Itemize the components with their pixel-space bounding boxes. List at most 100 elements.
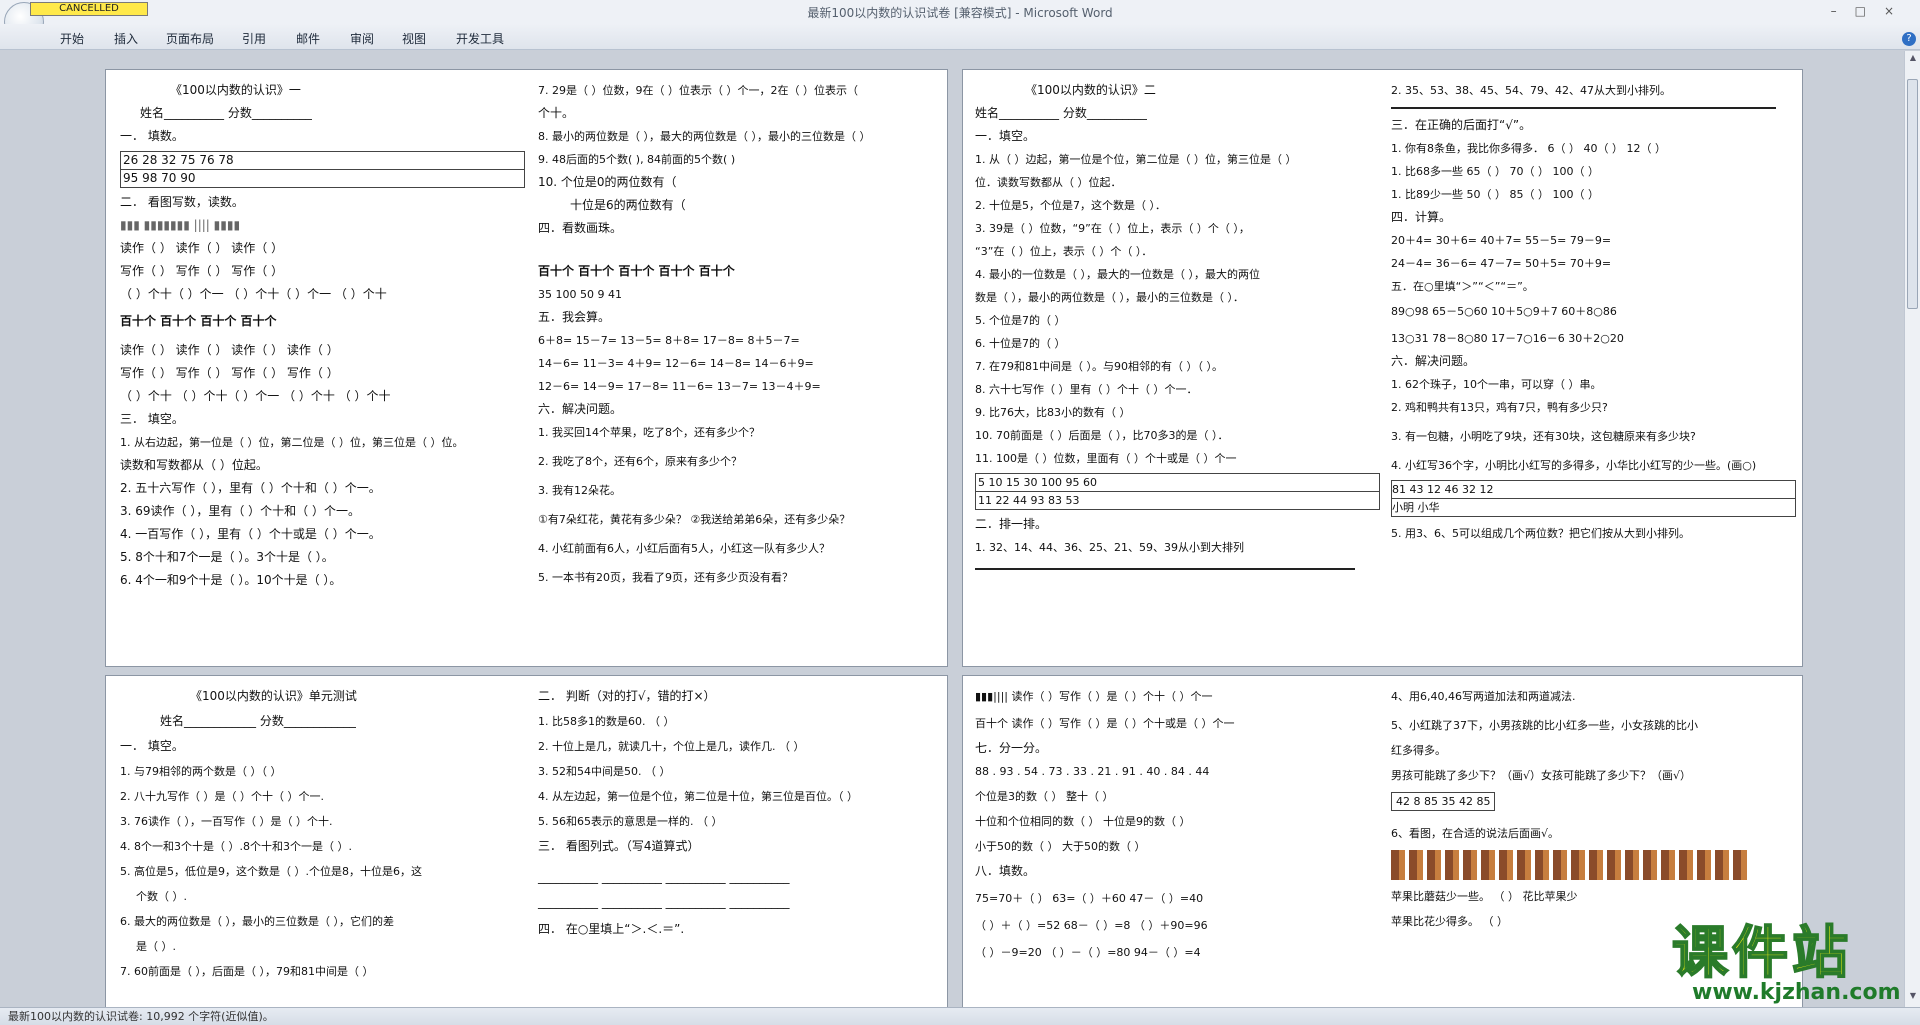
text-line: 5. 高位是5，低位是9，这个数是（ ）.个位是8，十位是6，这 — [120, 865, 422, 878]
text-line: 三． 看图列式。（写4道算式） — [538, 839, 700, 853]
text-line: 6. 十位是7的（ ） — [975, 337, 1066, 350]
text-line: 4、用6,40,46写两道加法和两道减法. — [1391, 690, 1576, 703]
scroll-down-icon[interactable]: ▼ — [1908, 991, 1918, 1001]
text-line: 位．读数写数都从（ ）位起． — [975, 176, 1122, 189]
text-line: 8. 六十七写作（ ）里有（ ）个十（ ）个一． — [975, 383, 1198, 396]
text-line: 写作（ ） 写作（ ） 写作（ ） 写作（ ） — [120, 366, 339, 380]
text-line: 2. 我吃了8个，还有6个，原来有多少个？ — [538, 455, 742, 468]
scroll-up-icon[interactable]: ▲ — [1908, 53, 1918, 63]
text-line: 十位是6的两位数有（ — [570, 198, 686, 212]
text-line: 红多得多。 — [1391, 744, 1446, 757]
tab-developer[interactable]: 开发工具 — [456, 30, 504, 47]
text-line: 1. 32、14、44、36、25、21、59、39从小到大排列 — [975, 541, 1244, 554]
text-line: 2. 35、53、38、45、54、79、42、47从大到小排列。 — [1391, 84, 1671, 97]
text-line: 读作（ ） 读作（ ） 读作（ ） — [120, 241, 284, 255]
text-line: 26 28 32 75 76 78 — [120, 151, 525, 170]
text-line: 一． 填数。 — [120, 129, 184, 143]
vertical-scrollbar[interactable]: ▲ ▼ — [1904, 51, 1920, 1007]
tab-insert[interactable]: 插入 — [114, 30, 138, 47]
maximize-icon[interactable]: □ — [1855, 4, 1884, 18]
watermark-logo: 课件站 www.kjzhan.com — [1671, 921, 1901, 1004]
text-line: 1. 比89少一些 50（ ） 85（ ） 100（ ） — [1391, 188, 1599, 201]
text-line: 1. 62个珠子，10个一串，可以穿（ ）串。 — [1391, 378, 1602, 391]
text-line: 四．看数画珠。 — [538, 221, 623, 235]
text-line: 小于50的数（ ） 大于50的数（ ） — [975, 840, 1146, 853]
text-line: 1. 从（ ）边起，第一位是个位，第二位是（ ）位，第三位是（ ） — [975, 153, 1297, 166]
text-line: 数是（ ），最小的两位数是（ ），最小的三位数是（ ）． — [975, 291, 1244, 304]
tab-mailings[interactable]: 邮件 — [296, 30, 320, 47]
text-line: 3. 76读作（ ），一百写作（ ）是（ ）个十. — [120, 815, 333, 828]
text-line: 个十。 — [538, 106, 575, 120]
text-line: （ ）－9=20 （ ）－（ ）=80 94－（ ）=4 — [975, 946, 1201, 959]
tab-view[interactable]: 视图 — [402, 30, 426, 47]
text-line: 11. 100是（ ）位数，里面有（ ）个十或是（ ）个一 — [975, 452, 1237, 465]
tab-home[interactable]: 开始 — [60, 30, 84, 47]
text-line: 六．解决问题。 — [1391, 354, 1476, 368]
text-line: 百十个 百十个 百十个 百十个 百十个 — [538, 264, 735, 278]
text-line: 12－6= 14－9= 17－8= 11－6= 13－7= 13－4＋9= — [538, 380, 821, 393]
fruit-picture — [1391, 850, 1751, 880]
tab-page-layout[interactable]: 页面布局 — [166, 30, 214, 47]
document-page[interactable]: 《100以内数的认识》一 姓名__________ 分数__________ 一… — [105, 69, 948, 667]
help-icon[interactable]: ? — [1902, 32, 1916, 46]
text-line: 百十个 百十个 百十个 百十个 — [120, 314, 277, 328]
window-controls[interactable]: –□× — [1831, 4, 1912, 18]
text-line: 姓名__________ 分数__________ — [975, 106, 1147, 120]
text-line: 5. 8个十和7个一是（ ）。3个十是（ ）。 — [120, 550, 334, 564]
text-line: 4. 8个一和3个十是（ ）.8个十和3个一是（ ）. — [120, 840, 352, 853]
text-line: 6、看图，在合适的说法后面画√。 — [1391, 827, 1560, 840]
text-line: 七．分一分。 — [975, 741, 1048, 755]
page-column-right: 7. 29是（ ）位数，9在（ ）位表示（ ）个一，2在（ ）位表示（ 个十。 … — [538, 82, 938, 586]
text-line: 读数和写数都从（ ）位起。 — [120, 458, 268, 472]
scroll-thumb[interactable] — [1907, 79, 1918, 309]
page-column-left: 《100以内数的认识》二 姓名__________ 分数__________ 一… — [975, 82, 1380, 570]
text-line: 3. 有一包糖，小明吃了9块，还有30块，这包糖原来有多少块? — [1391, 430, 1696, 443]
text-line: 4. 最小的一位数是（ ），最大的一位数是（ ），最大的两位 — [975, 268, 1260, 281]
text-line: 六．解决问题。 — [538, 402, 623, 416]
text-line: 4. 从左边起，第一位是个位，第二位是十位，第三位是百位。（ ） — [538, 790, 858, 803]
text-line: 8. 最小的两位数是（ ），最大的两位数是（ ），最小的三位数是（ ） — [538, 130, 871, 143]
text-line: 5 10 15 30 100 95 60 — [975, 473, 1380, 492]
text-line: ▮▮▮|||| 读作（ ）写作（ ）是（ ）个十（ ）个一 — [975, 690, 1213, 703]
text-line: __________ __________ __________ _______… — [538, 895, 790, 909]
page-column-left: 《100以内数的认识》一 姓名__________ 分数__________ 一… — [120, 82, 525, 589]
answer-line — [975, 568, 1355, 570]
text-line: 35 100 50 9 41 — [538, 288, 622, 301]
text-line: 2. 十位是5，个位是7，这个数是（ ）． — [975, 199, 1166, 212]
text-line: 是（ ）. — [136, 940, 176, 953]
watermark-cn: 课件站 — [1671, 921, 1852, 986]
text-line: 4. 小红前面有6人，小红后面有5人，小红这一队有多少人？ — [538, 542, 830, 555]
text-line: “3”在（ ）位上，表示（ ）个（ ）． — [975, 245, 1153, 258]
text-line: 读作（ ） 读作（ ） 读作（ ） 读作（ ） — [120, 343, 339, 357]
text-line: 1. 我买回14个苹果，吃了8个，还有多少个？ — [538, 426, 760, 439]
text-line: 二． 判断（对的打√，错的打×） — [538, 689, 716, 703]
tab-references[interactable]: 引用 — [242, 30, 266, 47]
minimize-icon[interactable]: – — [1831, 4, 1855, 18]
text-line: 二． 看图写数，读数。 — [120, 195, 244, 209]
page-column-right: 2. 35、53、38、45、54、79、42、47从大到小排列。 三．在正确的… — [1391, 82, 1796, 542]
text-line: 9. 比76大，比83小的数有（ ） — [975, 406, 1131, 419]
text-line: 苹果比蘑菇少一些。 （ ） 花比苹果少 — [1391, 890, 1578, 903]
window-title: 最新100以内数的认识试卷 [兼容模式] - Microsoft Word — [807, 6, 1113, 20]
text-line: 5. 用3、6、5可以组成几个两位数？把它们按从大到小排列。 — [1391, 527, 1690, 540]
text-line: 个位是3的数（ ） 整十（ ） — [975, 790, 1114, 803]
text-line: 3. 我有12朵花。 — [538, 484, 621, 497]
text-line: 八．填数。 — [975, 864, 1036, 878]
document-page[interactable]: 《100以内数的认识》二 姓名__________ 分数__________ 一… — [962, 69, 1803, 667]
text-line: 2. 五十六写作（ ），里有（ ）个十和（ ）个一。 — [120, 481, 381, 495]
document-workspace[interactable]: 《100以内数的认识》一 姓名__________ 分数__________ 一… — [0, 51, 1904, 1007]
text-line: 四．计算。 — [1391, 210, 1452, 224]
text-line: 1. 从右边起，第一位是（ ）位，第二位是（ ）位，第三位是（ ）位。 — [120, 436, 464, 449]
page-column-left: 《100以内数的认识》单元测试 姓名____________ 分数_______… — [120, 688, 525, 980]
text-line: ▮▮▮ ▮▮▮▮▮▮▮ |||| ▮▮▮▮ — [120, 218, 241, 232]
text-line: 五．我会算。 — [538, 310, 611, 324]
text-line: __________ __________ __________ _______… — [538, 870, 790, 884]
document-page[interactable]: 《100以内数的认识》单元测试 姓名____________ 分数_______… — [105, 675, 948, 1007]
tab-review[interactable]: 审阅 — [350, 30, 374, 47]
text-line: 姓名____________ 分数____________ — [160, 714, 356, 728]
page-heading: 《100以内数的认识》单元测试 — [190, 689, 357, 703]
text-line: 写作（ ） 写作（ ） 写作（ ） — [120, 264, 284, 278]
text-line: 5. 56和65表示的意思是一样的. （ ） — [538, 815, 723, 828]
close-icon[interactable]: × — [1884, 4, 1912, 18]
text-line: 5. 个位是7的（ ） — [975, 314, 1066, 327]
